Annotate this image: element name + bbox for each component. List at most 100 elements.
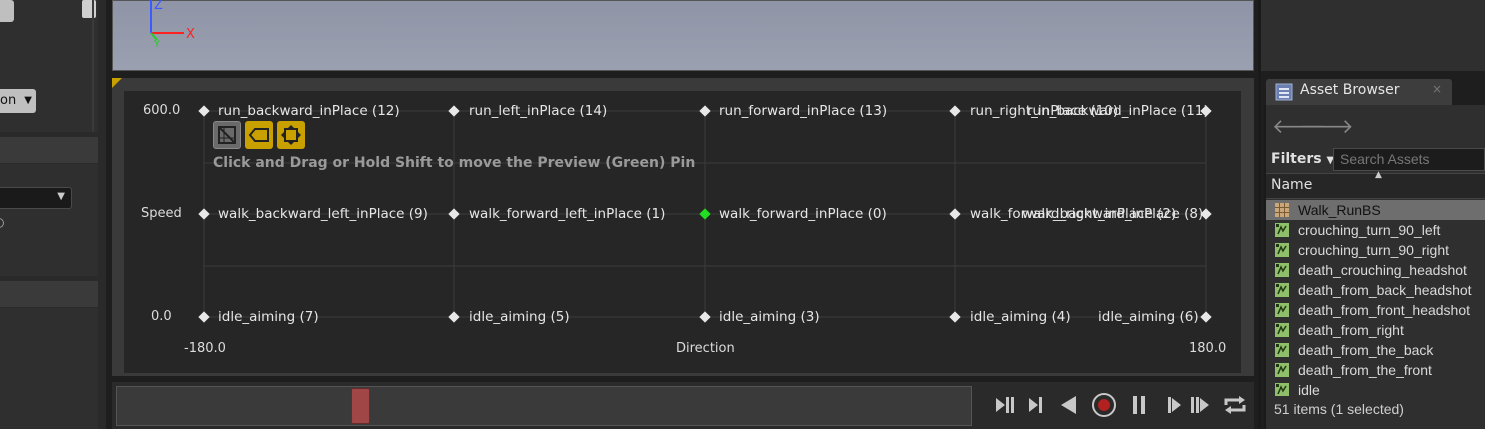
asset-list-item[interactable]: idle	[1266, 380, 1485, 396]
asset-name: death_from_the_front	[1298, 362, 1432, 378]
x-axis-min: -180.0	[184, 341, 226, 356]
loop-icon	[1224, 396, 1246, 414]
skip-to-end-button[interactable]	[1189, 392, 1215, 418]
sample-point[interactable]	[448, 311, 460, 323]
asset-list-item[interactable]: crouching_turn_90_left	[1266, 220, 1485, 240]
animation-asset-icon	[1275, 383, 1289, 396]
timeline-playhead[interactable]	[351, 388, 370, 424]
preview-viewport[interactable]	[112, 0, 1254, 71]
search-input[interactable]: Search Assets	[1333, 148, 1485, 171]
sample-label[interactable]: walk_forward_inPlace (0)	[719, 206, 887, 222]
x-axis-max: 180.0	[1189, 341, 1227, 356]
sample-label[interactable]: run_forward_inPlace (13)	[719, 103, 887, 119]
right-panel-top	[1261, 0, 1485, 71]
details-button[interactable]	[0, 0, 14, 22]
timeline-scrubber[interactable]	[116, 386, 972, 426]
sample-label[interactable]: walk_backward_inPlace (8)	[1022, 206, 1203, 222]
play-reverse-button[interactable]	[1056, 392, 1082, 418]
sample-point[interactable]	[949, 105, 961, 117]
sample-label[interactable]: run_backward_inPlace (11)	[1027, 103, 1209, 119]
skip-to-start-button[interactable]	[994, 392, 1020, 418]
animation-asset-icon	[1275, 223, 1289, 237]
sample-point[interactable]	[448, 105, 460, 117]
asset-name: idle	[1298, 382, 1320, 396]
details-category-header[interactable]	[0, 137, 98, 163]
step-back-button[interactable]	[1024, 392, 1050, 418]
sample-label[interactable]: idle_aiming (7)	[218, 309, 319, 325]
blendspace-instruction: Click and Drag or Hold Shift to move the…	[213, 155, 696, 171]
chevron-down-icon: ▼	[57, 191, 65, 202]
animation-asset-icon	[1275, 263, 1289, 277]
sample-point[interactable]	[699, 311, 711, 323]
asset-name: death_from_front_headshot	[1298, 302, 1471, 318]
sample-label[interactable]: idle_aiming (5)	[469, 309, 570, 325]
asset-list-item[interactable]: death_from_the_front	[1266, 360, 1485, 380]
asset-name: death_from_the_back	[1298, 342, 1434, 358]
sample-point[interactable]	[198, 208, 210, 220]
label-toggle-button[interactable]	[245, 121, 273, 149]
asset-name: death_crouching_headshot	[1298, 262, 1467, 278]
preview-pin[interactable]	[699, 208, 711, 220]
sample-point[interactable]	[198, 311, 210, 323]
sample-point[interactable]	[1200, 311, 1212, 323]
sample-label[interactable]: idle_aiming (3)	[719, 309, 820, 325]
asset-list-item[interactable]: death_from_the_back	[1266, 340, 1485, 360]
asset-browser-icon	[1275, 83, 1293, 101]
step-forward-icon	[1168, 397, 1181, 413]
skip-to-start-icon	[996, 397, 1014, 413]
filters-button[interactable]: Filters ▼	[1271, 151, 1334, 167]
asset-list-item[interactable]: crouching_turn_90_right	[1266, 240, 1485, 260]
sample-label[interactable]: run_left_inPlace (14)	[469, 103, 607, 119]
close-icon[interactable]: ×	[1432, 82, 1442, 96]
asset-list-item[interactable]: death_from_back_headshot	[1266, 280, 1485, 300]
details-category-header[interactable]	[0, 281, 98, 307]
filters-label: Filters	[1271, 151, 1322, 167]
skip-to-end-icon	[1191, 397, 1209, 413]
blendspace-asset-icon	[1275, 203, 1289, 217]
grid-snap-icon	[218, 126, 236, 144]
sample-point[interactable]	[699, 105, 711, 117]
forward-arrow-icon[interactable]: 🡒	[1300, 114, 1354, 138]
record-button[interactable]	[1091, 392, 1117, 418]
grid-snap-button[interactable]	[213, 121, 241, 149]
asset-list-item[interactable]: death_from_right	[1266, 320, 1485, 340]
sample-point[interactable]	[949, 311, 961, 323]
asset-list-item[interactable]: death_from_front_headshot	[1266, 300, 1485, 320]
asset-browser-title: Asset Browser	[1300, 82, 1400, 98]
sample-point[interactable]	[448, 208, 460, 220]
asset-name: crouching_turn_90_right	[1298, 242, 1449, 258]
details-dropdown[interactable]: on ▼	[0, 89, 36, 113]
animation-asset-icon	[1275, 283, 1289, 297]
fit-view-button[interactable]	[277, 121, 305, 149]
sample-point[interactable]	[198, 105, 210, 117]
sample-point[interactable]	[949, 208, 961, 220]
details-section-bottom	[0, 308, 98, 429]
details-dropdown-label: on	[0, 93, 17, 108]
asset-list: Walk_RunBS crouching_turn_90_left crouchin…	[1266, 200, 1485, 396]
chevron-down-icon: ▼	[24, 95, 32, 106]
label-icon	[248, 128, 269, 142]
asset-list-item[interactable]: Walk_RunBS	[1266, 200, 1485, 220]
sample-label[interactable]: idle_aiming (4)	[970, 309, 1071, 325]
pause-icon	[1133, 396, 1145, 414]
pause-button[interactable]	[1126, 392, 1152, 418]
animation-asset-icon	[1275, 303, 1289, 317]
sample-label[interactable]: walk_forward_left_inPlace (1)	[469, 206, 665, 222]
fit-view-icon	[281, 125, 301, 145]
asset-list-item[interactable]: death_crouching_headshot	[1266, 260, 1485, 280]
animation-asset-icon	[1275, 363, 1289, 377]
details-section-middle	[0, 164, 98, 276]
play-reverse-icon	[1061, 396, 1076, 414]
sample-label[interactable]: run_backward_inPlace (12)	[218, 103, 400, 119]
y-axis-max: 600.0	[143, 103, 181, 118]
asset-name: crouching_turn_90_left	[1298, 222, 1441, 238]
sample-label[interactable]: walk_backward_left_inPlace (9)	[218, 206, 428, 222]
sample-label[interactable]: idle_aiming (6)	[1098, 309, 1199, 325]
sort-ascending-icon: ▲	[1375, 170, 1382, 180]
animation-asset-icon	[1275, 243, 1289, 257]
step-forward-button[interactable]	[1160, 392, 1186, 418]
asset-name: death_from_back_headshot	[1298, 282, 1472, 298]
x-axis-label: Direction	[676, 341, 735, 356]
details-combo-box[interactable]: ▼	[0, 187, 72, 209]
loop-button[interactable]	[1222, 392, 1248, 418]
